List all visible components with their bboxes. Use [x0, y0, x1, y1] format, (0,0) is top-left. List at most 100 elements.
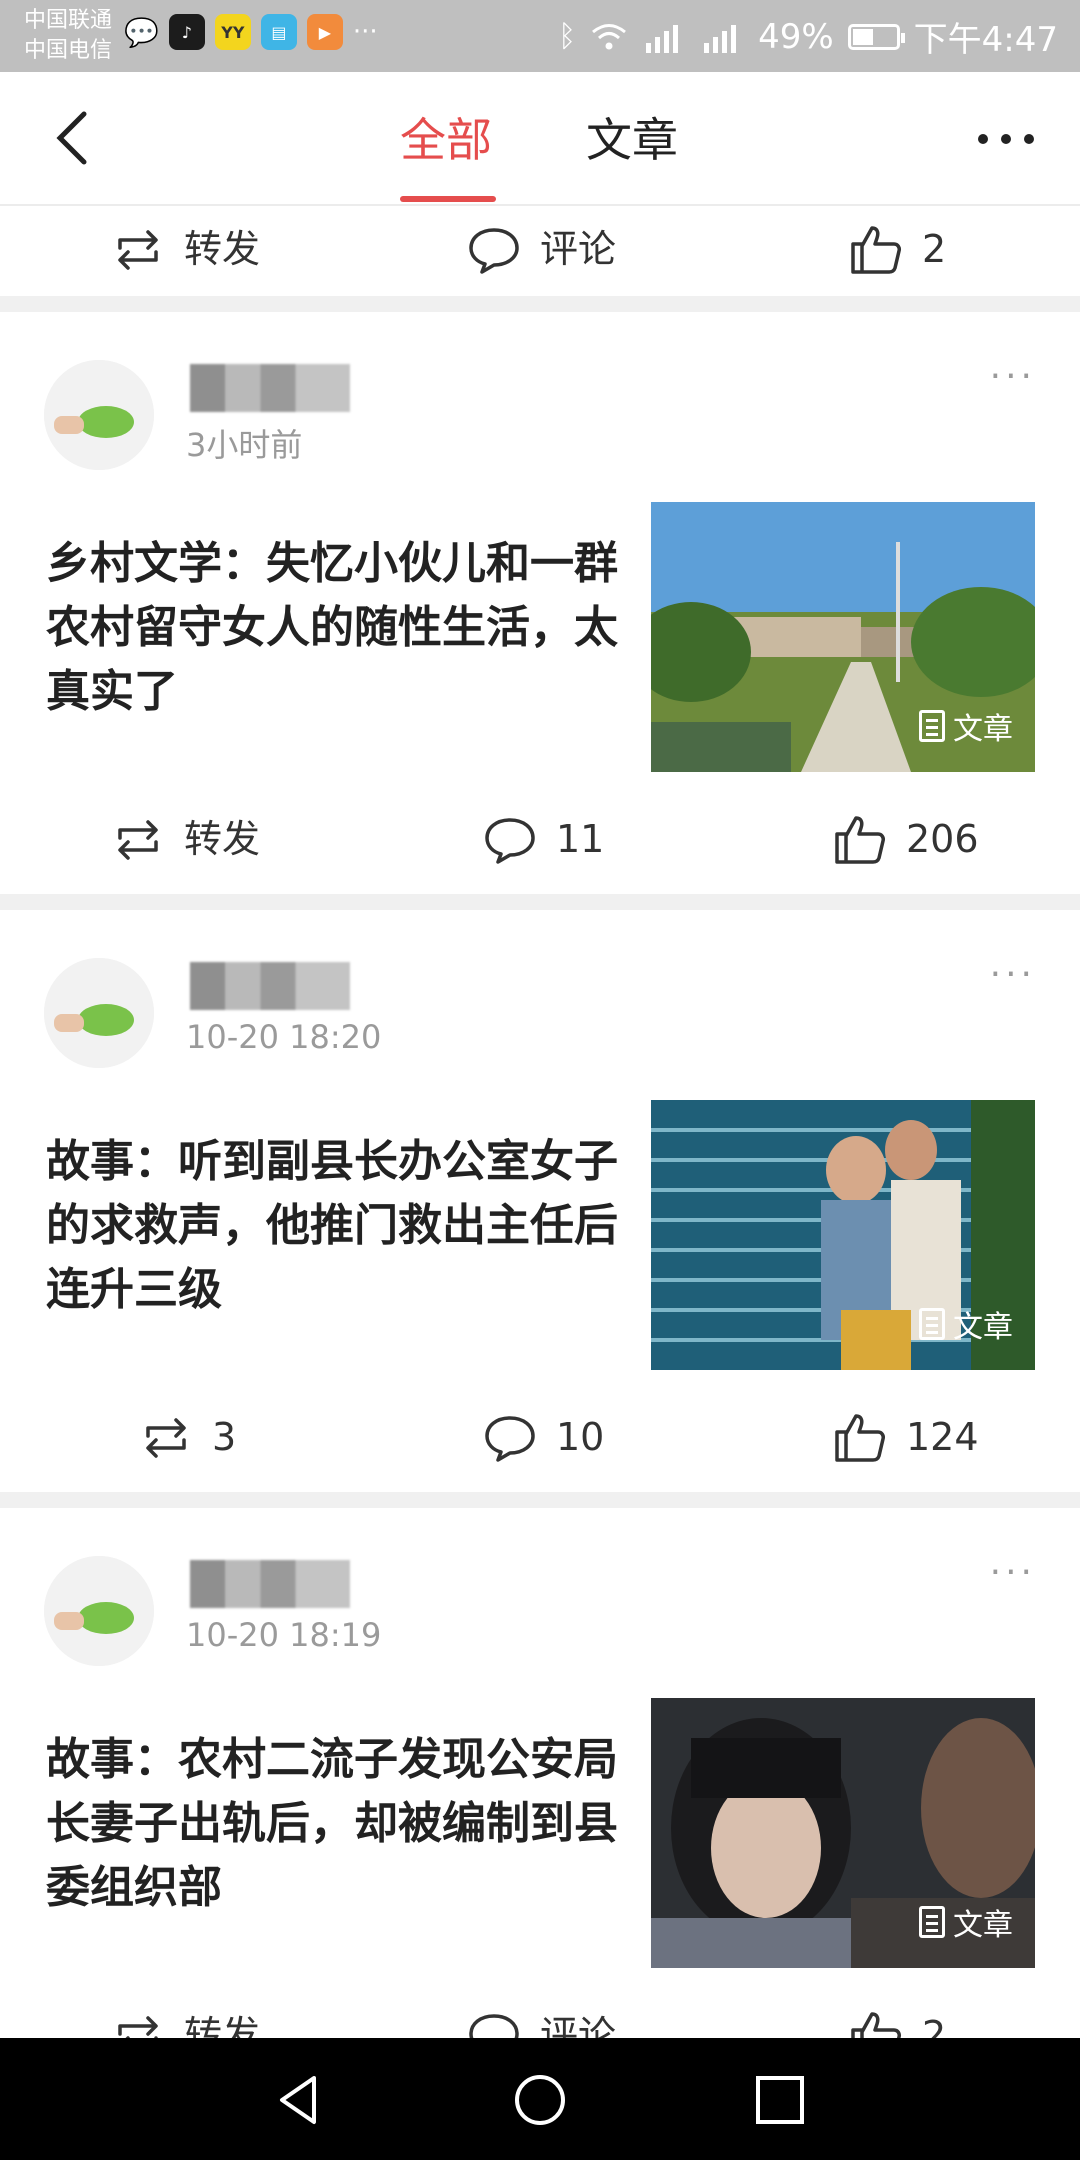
signal-icon: [646, 24, 679, 53]
post-title[interactable]: 故事：听到副县长办公室女子的求救声，他推门救出主任后连升三级: [46, 1130, 626, 1322]
post-card[interactable]: 10-20 18:20 ··· 故事：听到副县长办公室女子的求救声，他推门救出主…: [0, 910, 1080, 1492]
post-thumbnail[interactable]: 文章: [651, 1698, 1035, 1968]
like-button[interactable]: 206: [832, 812, 979, 866]
post-time: 3小时前: [186, 426, 303, 464]
more-options-icon[interactable]: [976, 132, 1036, 146]
repost-icon: [118, 230, 158, 270]
badge-label: 文章: [953, 1310, 1013, 1345]
repost-button[interactable]: 转发: [110, 222, 260, 276]
system-indicators: ᛒ 49% 下午4:47: [558, 12, 1058, 61]
thumbs-up-icon: [835, 1414, 885, 1462]
repost-label: 转发: [184, 2013, 261, 2038]
clock: 下午4:47: [913, 20, 1058, 60]
thumbs-up-icon: [851, 226, 901, 274]
like-button[interactable]: 2: [848, 2008, 946, 2038]
post-actions: 转发 评论 2: [0, 1992, 1080, 2038]
more-notifications-icon: ···: [352, 17, 378, 47]
comment-button[interactable]: 评论: [466, 222, 616, 276]
carrier-name: 中国电信: [24, 38, 113, 63]
comment-count: 10: [556, 1415, 605, 1459]
post-thumbnail[interactable]: 文章: [651, 502, 1035, 772]
repost-button[interactable]: 3: [138, 1410, 236, 1464]
post-card[interactable]: 10-20 18:19 ··· 故事：农村二流子发现公安局长妻子出轨后，却被编制…: [0, 1508, 1080, 2038]
avatar[interactable]: [44, 360, 154, 470]
username-blurred[interactable]: [190, 364, 350, 412]
comment-icon: [485, 818, 535, 864]
repost-label: 转发: [184, 817, 261, 861]
separator: [0, 1492, 1080, 1508]
tab-article[interactable]: 文章: [586, 112, 678, 168]
like-count: 124: [906, 1415, 979, 1459]
signal-4g-icon: [704, 24, 737, 53]
comment-button[interactable]: 10: [482, 1410, 604, 1464]
thumbs-up-icon: [835, 816, 885, 864]
post-menu-icon[interactable]: ···: [990, 954, 1036, 995]
badge-label: 文章: [953, 712, 1013, 747]
article-badge: 文章: [919, 1900, 1013, 1944]
article-badge: 文章: [919, 704, 1013, 748]
comment-count: 评论: [540, 227, 617, 271]
post-title[interactable]: 乡村文学：失忆小伙儿和一群农村留守女人的随性生活，太真实了: [46, 532, 626, 724]
post-time: 10-20 18:20: [186, 1018, 382, 1056]
nav-back-icon[interactable]: [272, 2072, 328, 2128]
comment-icon: [469, 2014, 519, 2038]
post-actions: 转发 11 206: [0, 796, 1080, 886]
post-title[interactable]: 故事：农村二流子发现公安局长妻子出轨后，却被编制到县委组织部: [46, 1728, 626, 1920]
comment-icon: [485, 1416, 535, 1462]
nav-recents-icon[interactable]: [752, 2072, 808, 2128]
document-icon: [919, 1906, 945, 1938]
carrier-info: 中国联通 中国电信: [24, 6, 112, 66]
separator: [0, 894, 1080, 910]
comment-button[interactable]: 评论: [466, 2008, 616, 2038]
repost-icon: [118, 2016, 158, 2038]
nav-home-icon[interactable]: [512, 2072, 568, 2128]
tab-all[interactable]: 全部: [400, 112, 492, 168]
post-card[interactable]: 3小时前 ··· 乡村文学：失忆小伙儿和一群农村留守女人的随性生活，太真实了 文…: [0, 312, 1080, 894]
username-blurred[interactable]: [190, 1560, 350, 1608]
post-menu-icon[interactable]: ···: [990, 356, 1036, 397]
post-time: 10-20 18:19: [186, 1616, 382, 1654]
document-icon: [919, 710, 945, 742]
comment-icon: [469, 228, 519, 274]
avatar[interactable]: [44, 1556, 154, 1666]
document-icon: [919, 1308, 945, 1340]
avatar[interactable]: [44, 958, 154, 1068]
book-app-icon: ▤: [260, 14, 297, 50]
post-menu-icon[interactable]: ···: [990, 1552, 1036, 1593]
thumbs-up-icon: [851, 2012, 901, 2038]
battery-icon: [847, 23, 905, 50]
tiktok-icon: ♪: [168, 14, 205, 50]
like-count: 206: [906, 817, 979, 861]
repost-icon: [118, 820, 158, 860]
repost-button[interactable]: 转发: [110, 812, 260, 866]
article-badge: 文章: [919, 1302, 1013, 1346]
post-actions: 3 10 124: [0, 1394, 1080, 1484]
post-thumbnail[interactable]: 文章: [651, 1100, 1035, 1370]
battery-percent: 49%: [758, 16, 834, 57]
system-nav-bar: [0, 2038, 1080, 2160]
battery-level: [852, 28, 874, 45]
badge-label: 文章: [953, 1908, 1013, 1943]
status-bar: 中国联通 中国电信 💬 ♪ YY ▤ ▶ ··· ᛒ 49% 下午4:47: [0, 0, 1080, 72]
separator: [0, 296, 1080, 312]
yy-icon: YY: [214, 14, 251, 50]
active-tab-indicator: [400, 196, 496, 202]
feed-list[interactable]: 转发 评论 2 3小时前 ··· 乡村文学：失忆小伙儿和一群农村留守女人的随性生…: [0, 206, 1080, 2038]
repost-button[interactable]: 转发: [110, 2008, 260, 2038]
like-count: 2: [922, 227, 947, 271]
back-arrow-icon[interactable]: [50, 110, 98, 166]
like-button[interactable]: 124: [832, 1410, 979, 1464]
username-blurred[interactable]: [190, 962, 350, 1010]
like-button[interactable]: 2: [848, 222, 946, 276]
like-count: 2: [922, 2013, 947, 2038]
repost-icon: [146, 1418, 186, 1458]
video-app-icon: ▶: [306, 14, 343, 50]
wifi-icon: [592, 23, 627, 49]
notification-icons: 💬 ♪ YY ▤ ▶ ···: [124, 14, 378, 50]
comment-count: 11: [556, 817, 605, 861]
carrier-name: 中国联通: [24, 8, 113, 33]
repost-label: 转发: [184, 227, 261, 271]
post-actions: 转发 评论 2: [0, 206, 1080, 296]
repost-count: 3: [212, 1415, 237, 1459]
comment-button[interactable]: 11: [482, 812, 604, 866]
